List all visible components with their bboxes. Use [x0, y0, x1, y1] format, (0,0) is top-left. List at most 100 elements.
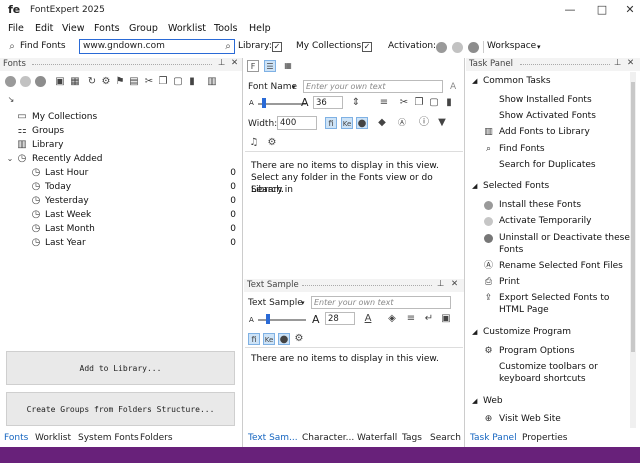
activation-dot-1[interactable]	[436, 42, 447, 53]
tab-tags[interactable]: Tags	[402, 433, 422, 443]
cut-icon[interactable]: ✂	[143, 76, 155, 88]
color-icon[interactable]: ●	[278, 333, 290, 345]
collapse-icon[interactable]: ◢	[472, 182, 477, 190]
tab-text-sample[interactable]: Text Sam...	[248, 433, 298, 443]
tab-character[interactable]: Character...	[302, 433, 354, 443]
scrollbar-thumb[interactable]	[631, 82, 635, 352]
sample-text-input[interactable]: Enter your own text	[311, 296, 451, 309]
headphones-icon[interactable]: ♫	[248, 137, 260, 149]
menu-worklist[interactable]: Worklist	[168, 23, 206, 34]
section-customize-program[interactable]: Customize Program	[483, 327, 571, 337]
collapse-icon[interactable]: ◢	[472, 397, 477, 405]
tree-item-groups[interactable]: Groups	[32, 125, 64, 138]
task-customize-line-1[interactable]: Customize toolbars or	[499, 362, 598, 374]
refresh-icon[interactable]: ↻	[86, 76, 98, 88]
task-visit-web-site[interactable]: Visit Web Site	[499, 414, 561, 426]
task-print[interactable]: Print	[499, 277, 520, 289]
search-go-icon[interactable]: ⌕	[222, 41, 234, 53]
copy-icon[interactable]: ❐	[413, 97, 425, 109]
menu-fonts[interactable]: Fonts	[94, 23, 120, 34]
tree-item-last-hour[interactable]: Last Hour	[45, 167, 88, 180]
library-tool-icon[interactable]: ▥	[206, 76, 218, 88]
filter-icon[interactable]: ▼	[436, 117, 448, 129]
close-icon[interactable]: ✕	[231, 58, 238, 68]
kerning-icon[interactable]: Ke	[341, 117, 353, 129]
menu-help[interactable]: Help	[249, 23, 271, 34]
own-text-input[interactable]: Enter your own text	[303, 80, 443, 93]
tree-item-my-collections[interactable]: My Collections	[32, 111, 97, 124]
collections-checkbox[interactable]: ✓	[362, 42, 372, 52]
close-icon[interactable]: ✕	[627, 58, 634, 68]
view-mode-grid-icon[interactable]: ▦	[282, 60, 294, 72]
task-export-line-2[interactable]: HTML Page	[499, 305, 549, 317]
find-fonts-button[interactable]: Find Fonts	[20, 41, 66, 51]
task-install-fonts[interactable]: Install these Fonts	[499, 200, 581, 212]
tree-item-today[interactable]: Today	[45, 181, 71, 194]
ligature-fi-icon[interactable]: fi	[325, 117, 337, 129]
width-spinner[interactable]: 400	[277, 116, 317, 130]
add-to-library-button[interactable]: Add to Library...	[6, 351, 235, 385]
task-customize-line-2[interactable]: keyboard shortcuts	[499, 374, 586, 386]
tab-system-fonts[interactable]: System Fonts	[78, 433, 139, 443]
size-slider-thumb[interactable]	[262, 98, 266, 108]
status-dot-1[interactable]	[5, 76, 16, 87]
create-groups-button[interactable]: Create Groups from Folders Structure...	[6, 392, 235, 426]
menu-file[interactable]: File	[8, 23, 24, 34]
settings-icon[interactable]: ⚙	[266, 137, 278, 149]
section-common-tasks[interactable]: Common Tasks	[483, 76, 551, 86]
view-mode-f-icon[interactable]: F	[247, 60, 259, 72]
tree-item-recently-added[interactable]: Recently Added	[32, 153, 102, 166]
task-rename-font-files[interactable]: Rename Selected Font Files	[499, 261, 623, 273]
menu-group[interactable]: Group	[129, 23, 158, 34]
close-icon[interactable]: ✕	[451, 279, 458, 289]
status-dot-3[interactable]	[35, 76, 46, 87]
task-export-line-1[interactable]: Export Selected Fonts to	[499, 293, 609, 305]
delete-icon[interactable]: ▮	[186, 76, 198, 88]
kerning-icon[interactable]: Ke	[263, 333, 275, 345]
task-show-activated-fonts[interactable]: Show Activated Fonts	[499, 111, 596, 123]
move-icon[interactable]: ▤	[128, 76, 140, 88]
status-dot-2[interactable]	[20, 76, 31, 87]
gear-icon[interactable]: ⚙	[100, 76, 112, 88]
task-uninstall-line-2[interactable]: Fonts	[499, 245, 523, 257]
tab-properties[interactable]: Properties	[522, 433, 567, 443]
layout-icon[interactable]: ▣	[440, 313, 452, 325]
align-icon[interactable]: ≡	[378, 97, 390, 109]
delete-icon[interactable]: ▮	[443, 97, 455, 109]
pin-icon[interactable]: ⊥	[614, 58, 621, 68]
info-icon[interactable]: ⓘ	[418, 117, 430, 129]
align-icon[interactable]: ≡	[405, 313, 417, 325]
tag-icon[interactable]: ◆	[376, 117, 388, 129]
task-program-options[interactable]: Program Options	[499, 346, 575, 358]
sample-size-slider-thumb[interactable]	[266, 314, 270, 324]
size-combo[interactable]: 36	[313, 96, 343, 109]
settings-icon[interactable]: ⚙	[293, 333, 305, 345]
activation-dot-3[interactable]	[468, 42, 479, 53]
task-show-installed-fonts[interactable]: Show Installed Fonts	[499, 95, 592, 107]
task-uninstall-line-1[interactable]: Uninstall or Deactivate these	[499, 233, 630, 245]
workspace-dropdown[interactable]: Workspace	[487, 41, 536, 51]
deactivate-icon[interactable]: ▦	[69, 76, 81, 88]
collapse-icon[interactable]: ◢	[472, 77, 477, 85]
tab-worklist[interactable]: Worklist	[35, 433, 71, 443]
tab-waterfall[interactable]: Waterfall	[357, 433, 397, 443]
tree-item-library[interactable]: Library	[32, 139, 63, 152]
font-box-icon[interactable]: Ⓐ	[396, 117, 408, 129]
maximize-button[interactable]: □	[592, 2, 612, 18]
view-mode-list-icon[interactable]: ☰	[264, 60, 276, 72]
copy-icon[interactable]: ❐	[157, 76, 169, 88]
activate-icon[interactable]: ▣	[54, 76, 66, 88]
sample-size-combo[interactable]: 28	[325, 312, 355, 325]
task-add-fonts-to-library[interactable]: Add Fonts to Library	[499, 127, 590, 139]
line-spacing-icon[interactable]: ⇕	[350, 97, 362, 109]
task-find-fonts[interactable]: Find Fonts	[499, 144, 545, 156]
pin-icon[interactable]: ⊥	[437, 279, 444, 289]
tree-item-last-year[interactable]: Last Year	[45, 237, 86, 250]
menu-edit[interactable]: Edit	[35, 23, 53, 34]
ligature-fi-icon[interactable]: fi	[248, 333, 260, 345]
tree-item-last-week[interactable]: Last Week	[45, 209, 91, 222]
collapse-icon[interactable]: ◢	[472, 328, 477, 336]
text-color-icon[interactable]: A	[362, 313, 374, 325]
cut-icon[interactable]: ✂	[398, 97, 410, 109]
section-web[interactable]: Web	[483, 396, 503, 406]
